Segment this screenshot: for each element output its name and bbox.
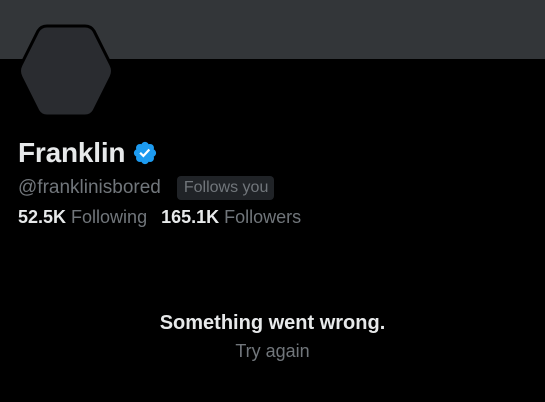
following-count: 52.5K [18,207,67,227]
followers-label: Followers [224,207,302,227]
following-label: Following [71,207,148,227]
try-again-button[interactable]: Try again [235,338,309,364]
error-state: Something went wrong. Try again [0,308,545,364]
hexagon-avatar-icon [19,24,113,118]
error-message: Something went wrong. [159,312,386,334]
verified-badge-icon[interactable] [132,140,158,166]
display-name: Franklin [18,137,126,168]
following-link[interactable]: 52.5K Following [18,204,147,230]
followers-link[interactable]: 165.1K Followers [161,204,301,230]
follow-stats: 52.5K Following 165.1K Followers [18,204,301,230]
followers-count: 165.1K [161,207,220,227]
handle-row: @franklinisbored Follows you [18,174,275,202]
profile-handle: @franklinisbored [18,177,161,198]
follows-you-badge: Follows you [176,176,275,200]
display-name-row: Franklin [18,134,158,172]
profile-avatar[interactable] [19,24,113,118]
